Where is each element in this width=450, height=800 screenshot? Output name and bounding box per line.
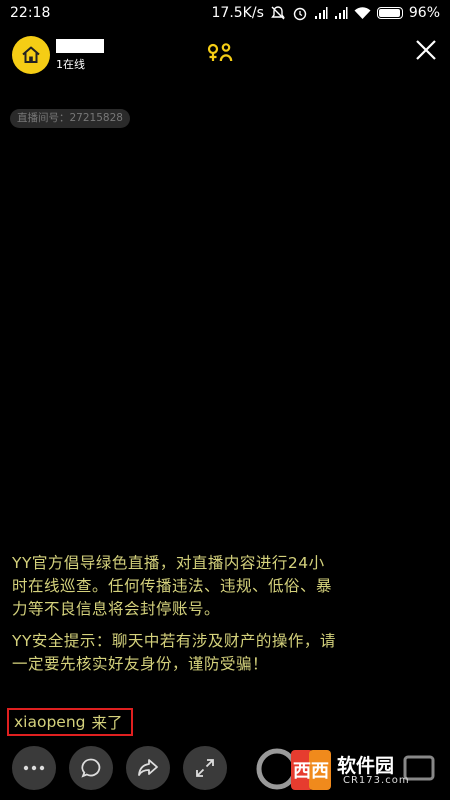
share-button[interactable] — [126, 746, 170, 790]
user-enter-message: xiaopeng 来了 — [7, 708, 133, 736]
network-speed: 17.5K/s — [211, 5, 264, 21]
site-watermark: 西 西 软件园 CR173.com — [255, 744, 445, 794]
status-time: 22:18 — [10, 5, 51, 21]
fullscreen-button[interactable] — [183, 746, 227, 790]
svg-text:西: 西 — [293, 761, 311, 782]
live-room-screen: 22:18 17.5K/s 96% 1在线 直播间号：27215828 YY官方… — [0, 0, 450, 800]
home-icon — [22, 46, 40, 63]
audience-button[interactable] — [206, 42, 234, 68]
home-button[interactable] — [12, 36, 50, 74]
watermark-text: 软件园 — [337, 755, 395, 777]
wifi-icon — [354, 6, 371, 20]
status-icons: 17.5K/s 96% — [212, 5, 441, 21]
battery-fill — [378, 9, 400, 17]
mute-icon — [270, 5, 286, 21]
anchor-name — [56, 39, 104, 53]
enter-suffix: 来了 — [91, 714, 123, 732]
share-icon — [138, 759, 158, 776]
chat-button[interactable] — [69, 746, 113, 790]
system-notice-security: YY安全提示：聊天中若有涉及财产的操作，请一定要先核实好友身份，谨防受骗！ — [12, 632, 336, 673]
more-icon — [23, 765, 45, 771]
audience-icon — [207, 43, 233, 62]
system-notice-green-live: YY官方倡导绿色直播，对直播内容进行24小时在线巡查。任何传播违法、违规、低俗、… — [12, 554, 333, 618]
svg-text:西: 西 — [311, 761, 329, 782]
online-count: 1在线 — [56, 58, 85, 71]
expand-icon — [196, 759, 214, 777]
room-id-badge: 直播间号：27215828 — [10, 109, 130, 128]
alarm-icon — [292, 5, 308, 21]
status-bar: 22:18 17.5K/s 96% — [0, 0, 450, 26]
signal-icon — [314, 6, 328, 20]
enter-username: xiaopeng — [14, 713, 86, 731]
signal-2-icon — [334, 6, 348, 20]
watermark-url: CR173.com — [343, 775, 410, 786]
close-icon — [416, 40, 436, 60]
chat-bubble-icon — [81, 758, 101, 778]
battery-icon — [376, 7, 403, 19]
close-button[interactable] — [414, 38, 438, 66]
more-button[interactable] — [12, 746, 56, 790]
battery-percent: 96% — [408, 5, 440, 21]
